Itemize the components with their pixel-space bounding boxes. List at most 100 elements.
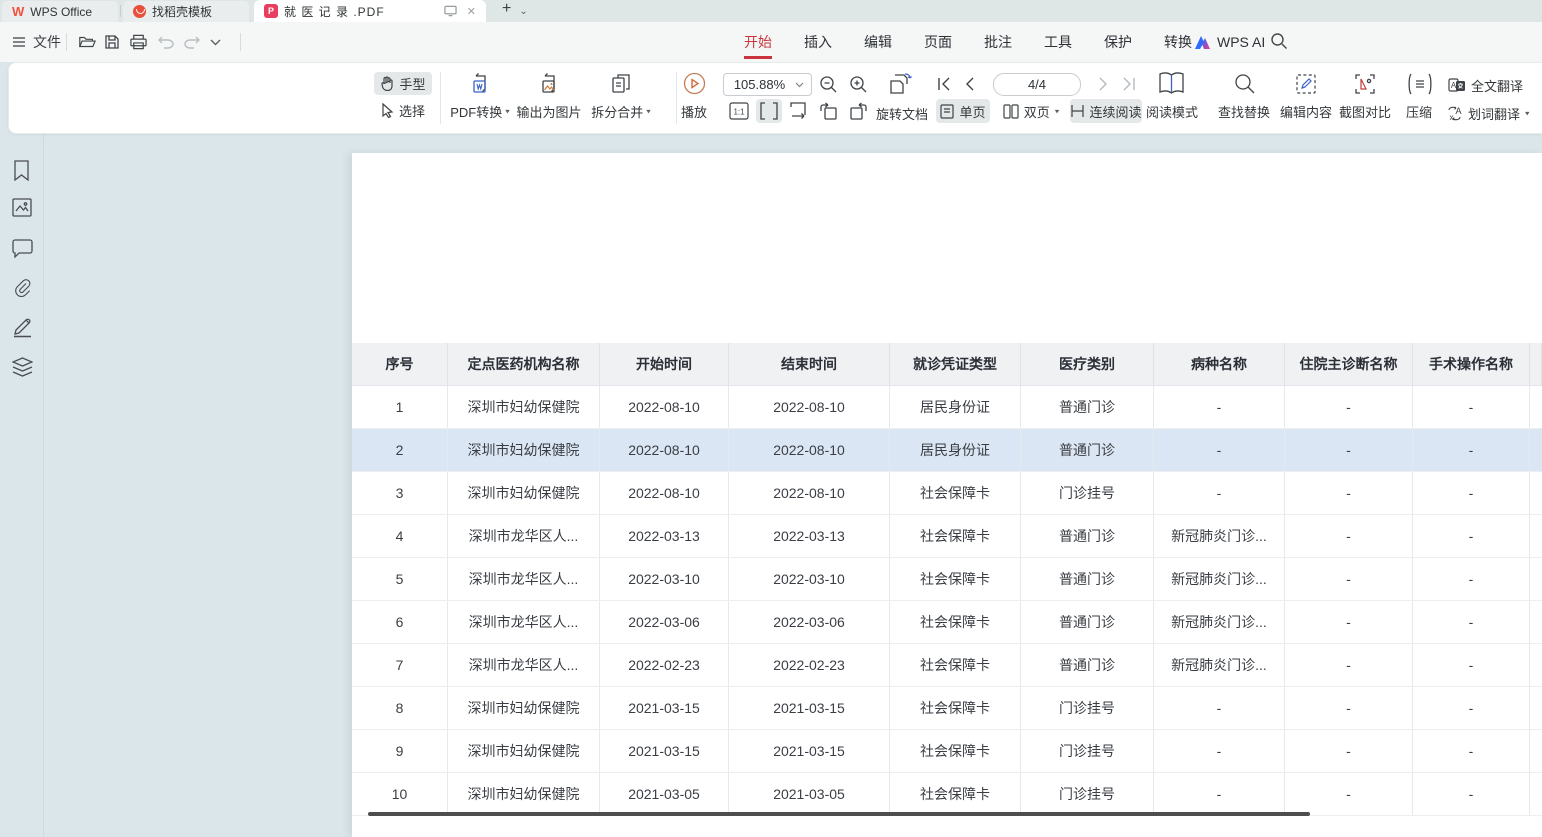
full-text-translate-button[interactable]: A 全文翻译 [1448, 75, 1536, 95]
menu-tab-编辑[interactable]: 编辑 [848, 22, 908, 62]
first-page-button[interactable] [936, 76, 952, 92]
undo-button[interactable] [158, 22, 174, 62]
file-menu-button[interactable]: 文件 [12, 22, 61, 62]
split-merge-label[interactable]: 拆分合并▾ [582, 102, 660, 121]
pdf-page[interactable]: 序号定点医药机构名称开始时间结束时间就诊凭证类型医疗类别病种名称住院主诊断名称手… [352, 153, 1542, 837]
bookmark-panel-button[interactable] [12, 160, 31, 181]
table-cell: 2022-02-23 [600, 644, 729, 686]
table-cell: 深圳市妇幼保健院 [448, 773, 600, 815]
last-page-button[interactable] [1121, 76, 1137, 92]
screen-share-icon[interactable] [444, 5, 457, 17]
tab-list-chevron-icon[interactable]: ⌄ [519, 6, 527, 17]
menu-tab-批注[interactable]: 批注 [968, 22, 1028, 62]
screenshot-compare-button[interactable] [1353, 72, 1377, 96]
fit-page-button[interactable] [788, 101, 808, 121]
new-tab-button[interactable]: + [502, 0, 511, 22]
zoom-in-button[interactable] [848, 74, 868, 94]
menu-tab-开始[interactable]: 开始 [728, 22, 788, 62]
save-button[interactable] [104, 22, 120, 62]
edit-content-label[interactable]: 编辑内容 [1276, 102, 1336, 121]
print-button[interactable] [130, 22, 147, 62]
rotate-document-label[interactable]: 旋转文档 [874, 104, 930, 123]
signature-panel-button[interactable] [12, 317, 33, 338]
embedded-horizontal-scrollbar[interactable] [368, 812, 1310, 816]
table-cell: - [1413, 601, 1530, 643]
edit-content-button[interactable] [1294, 72, 1318, 96]
single-page-icon [940, 104, 954, 119]
table-row[interactable]: 6深圳市龙华区人...2022-03-062022-03-06社会保障卡普通门诊… [352, 601, 1542, 644]
zoom-out-button[interactable] [818, 74, 838, 94]
select-tool-button[interactable]: 选择 [374, 99, 432, 122]
read-mode-label[interactable]: 阅读模式 [1144, 102, 1200, 121]
layers-panel-button[interactable] [12, 357, 33, 377]
previous-page-button[interactable] [962, 76, 978, 92]
pdf-convert-label[interactable]: PDF转换▾ [440, 102, 520, 121]
comments-panel-button[interactable] [12, 239, 33, 258]
zoom-in-icon [849, 75, 868, 94]
compress-button[interactable] [1407, 72, 1433, 96]
rotate-right-button[interactable] [848, 101, 868, 121]
play-label[interactable]: 播放 [668, 102, 720, 121]
menu-search-button[interactable] [1270, 32, 1288, 50]
table-cell: 新冠肺炎门诊... [1154, 515, 1285, 557]
table-row[interactable]: 4深圳市龙华区人...2022-03-132022-03-13社会保障卡普通门诊… [352, 515, 1542, 558]
continuous-reading-button[interactable]: 连续阅读 [1070, 99, 1142, 123]
export-as-image-label[interactable]: 输出为图片 [514, 102, 584, 121]
single-page-button[interactable]: 单页 [936, 99, 990, 123]
split-merge-button[interactable] [609, 72, 633, 96]
table-row[interactable]: 1深圳市妇幼保健院2022-08-102022-08-10居民身份证普通门诊--… [352, 386, 1542, 429]
bookmark-icon [12, 160, 31, 181]
pdf-file-icon: P [264, 4, 278, 18]
fit-width-button[interactable] [756, 99, 782, 123]
open-file-button[interactable] [78, 22, 96, 62]
find-replace-label[interactable]: 查找替换 [1214, 102, 1274, 121]
table-row[interactable]: 2深圳市妇幼保健院2022-08-102022-08-10居民身份证普通门诊--… [352, 429, 1542, 472]
redo-button[interactable] [184, 22, 200, 62]
tab-document-pdf[interactable]: P 就 医 记 录 .PDF ✕ [254, 0, 486, 22]
menu-tab-工具[interactable]: 工具 [1028, 22, 1088, 62]
play-icon [683, 72, 706, 95]
table-cell: - [1154, 429, 1285, 471]
word-translate-button[interactable]: xA 划词翻译 ▾ [1446, 103, 1542, 123]
quickbar-more-button[interactable] [210, 22, 221, 62]
layers-icon [12, 357, 33, 377]
export-as-image-button[interactable] [537, 72, 561, 96]
table-cell: 2022-08-10 [729, 472, 890, 514]
actual-size-button[interactable]: 1:1 [729, 101, 749, 121]
table-row[interactable]: 10深圳市妇幼保健院2021-03-052021-03-05社会保障卡门诊挂号-… [352, 773, 1542, 816]
play-button[interactable] [683, 72, 706, 95]
tab-wps-office[interactable]: W WPS Office [2, 1, 118, 22]
search-icon [1270, 32, 1288, 50]
table-row[interactable]: 7深圳市龙华区人...2022-02-232022-02-23社会保障卡普通门诊… [352, 644, 1542, 687]
pdf-convert-button[interactable] [468, 72, 492, 96]
table-cell: 门诊挂号 [1021, 687, 1154, 729]
thumbnails-panel-button[interactable] [12, 198, 32, 217]
close-tab-icon[interactable]: ✕ [467, 5, 476, 18]
table-row[interactable]: 5深圳市龙华区人...2022-03-102022-03-10社会保障卡普通门诊… [352, 558, 1542, 601]
word-translate-label: 划词翻译 [1468, 104, 1520, 123]
find-replace-button[interactable] [1233, 72, 1255, 94]
zoom-level-input[interactable]: 105.88% [723, 73, 812, 96]
menu-tab-插入[interactable]: 插入 [788, 22, 848, 62]
next-page-button[interactable] [1095, 76, 1111, 92]
table-cell: - [1285, 644, 1413, 686]
menu-tab-保护[interactable]: 保护 [1088, 22, 1148, 62]
menu-tab-页面[interactable]: 页面 [908, 22, 968, 62]
double-page-button[interactable]: 双页 ▾ [998, 99, 1064, 123]
read-mode-button[interactable] [1158, 71, 1185, 96]
document-side-panel-bar [0, 134, 44, 837]
reverse-pages-button[interactable] [888, 72, 914, 96]
table-row[interactable]: 9深圳市妇幼保健院2021-03-152021-03-15社会保障卡门诊挂号--… [352, 730, 1542, 773]
pdf-convert-icon [468, 72, 492, 96]
screenshot-compare-label[interactable]: 截图对比 [1335, 102, 1395, 121]
table-row[interactable]: 8深圳市妇幼保健院2021-03-152021-03-15社会保障卡门诊挂号--… [352, 687, 1542, 730]
wps-ai-button[interactable]: WPS AI [1194, 22, 1265, 62]
page-number-input[interactable]: 4/4 [993, 73, 1081, 96]
compress-label[interactable]: 压缩 [1399, 102, 1439, 121]
table-row[interactable]: 3深圳市妇幼保健院2022-08-102022-08-10社会保障卡门诊挂号--… [352, 472, 1542, 515]
hand-tool-button[interactable]: 手型 [374, 72, 432, 95]
rotate-left-button[interactable] [818, 101, 838, 121]
attachments-panel-button[interactable] [12, 278, 33, 298]
tab-docer-templates[interactable]: 找稻壳模板 [123, 1, 249, 22]
column-header: 医疗类别 [1021, 343, 1154, 385]
